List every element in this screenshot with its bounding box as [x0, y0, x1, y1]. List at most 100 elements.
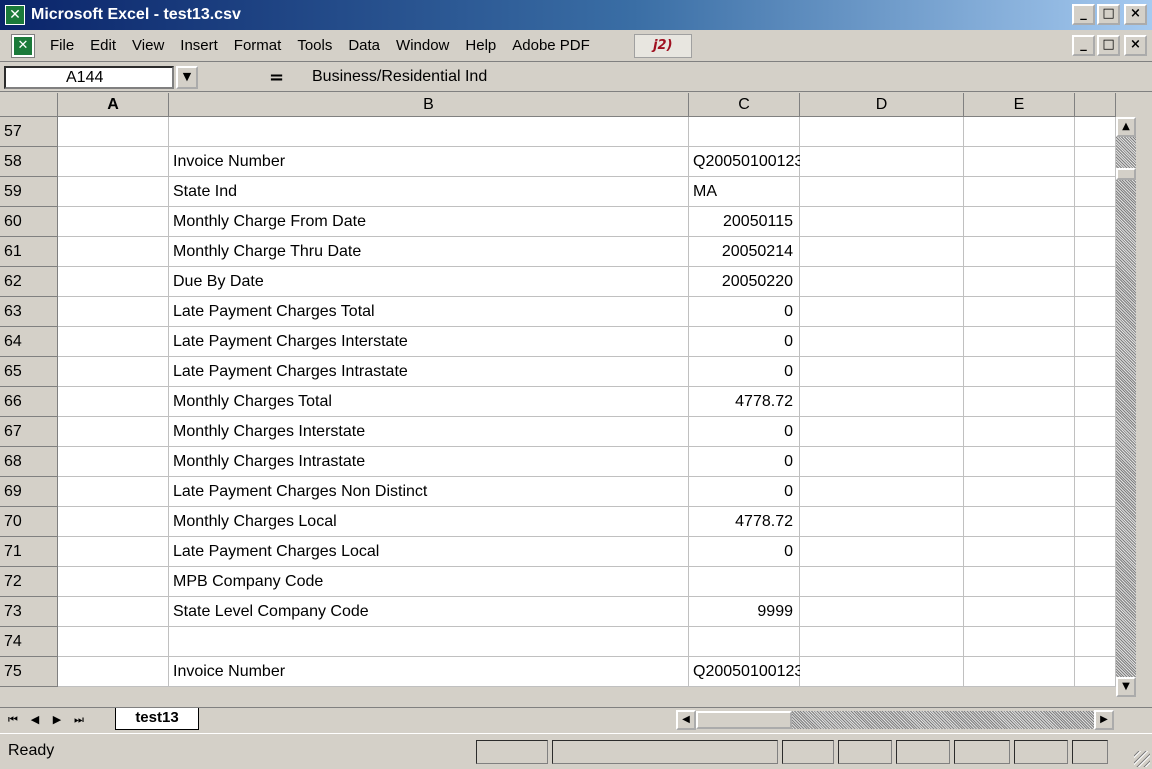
cell-d[interactable]: [800, 387, 964, 417]
row-header[interactable]: 74: [0, 627, 58, 657]
cell-f[interactable]: [1075, 537, 1116, 567]
cell-b[interactable]: [169, 117, 689, 147]
scroll-left-icon[interactable]: ◀: [676, 710, 696, 730]
menu-edit[interactable]: Edit: [82, 37, 124, 54]
cell-e[interactable]: [964, 657, 1075, 687]
cell-d[interactable]: [800, 297, 964, 327]
menu-tools[interactable]: Tools: [289, 37, 340, 54]
cell-a[interactable]: [58, 237, 169, 267]
cell-d[interactable]: [800, 477, 964, 507]
cell-e[interactable]: [964, 447, 1075, 477]
cell-f[interactable]: [1075, 627, 1116, 657]
cell-e[interactable]: [964, 357, 1075, 387]
row-header[interactable]: 59: [0, 177, 58, 207]
menu-adobe-pdf[interactable]: Adobe PDF: [504, 37, 598, 54]
cell-a[interactable]: [58, 117, 169, 147]
cell-b[interactable]: Due By Date: [169, 267, 689, 297]
cell-b[interactable]: Invoice Number: [169, 147, 689, 177]
cell-d[interactable]: [800, 447, 964, 477]
cell-c[interactable]: 4778.72: [689, 507, 800, 537]
row-header[interactable]: 70: [0, 507, 58, 537]
row-header[interactable]: 72: [0, 567, 58, 597]
cell-a[interactable]: [58, 537, 169, 567]
cell-a[interactable]: [58, 597, 169, 627]
cell-a[interactable]: [58, 207, 169, 237]
cell-c[interactable]: 4778.72: [689, 387, 800, 417]
cell-d[interactable]: [800, 117, 964, 147]
cell-d[interactable]: [800, 567, 964, 597]
cell-b[interactable]: Invoice Number: [169, 657, 689, 687]
next-sheet-icon[interactable]: ▶: [48, 711, 66, 729]
cell-b[interactable]: Monthly Charges Interstate: [169, 417, 689, 447]
cell-c[interactable]: 0: [689, 297, 800, 327]
cell-e[interactable]: [964, 177, 1075, 207]
cell-f[interactable]: [1075, 657, 1116, 687]
row-header[interactable]: 64: [0, 327, 58, 357]
cell-b[interactable]: Monthly Charge From Date: [169, 207, 689, 237]
cell-a[interactable]: [58, 507, 169, 537]
row-header[interactable]: 63: [0, 297, 58, 327]
cell-a[interactable]: [58, 387, 169, 417]
menu-file[interactable]: File: [42, 37, 82, 54]
horizontal-scroll-thumb[interactable]: [696, 711, 792, 729]
workbook-icon[interactable]: ✕: [11, 33, 35, 58]
cell-b[interactable]: Monthly Charge Thru Date: [169, 237, 689, 267]
cell-b[interactable]: Monthly Charges Local: [169, 507, 689, 537]
prev-sheet-icon[interactable]: ◀: [26, 711, 44, 729]
cell-d[interactable]: [800, 177, 964, 207]
cell-a[interactable]: [58, 327, 169, 357]
cell-c[interactable]: Q20050100123456: [689, 657, 830, 687]
cell-a[interactable]: [58, 357, 169, 387]
row-header[interactable]: 65: [0, 357, 58, 387]
cell-e[interactable]: [964, 147, 1075, 177]
excel-app-icon[interactable]: ✕: [5, 5, 25, 25]
cell-b[interactable]: Late Payment Charges Total: [169, 297, 689, 327]
cell-e[interactable]: [964, 327, 1075, 357]
cell-c[interactable]: 0: [689, 477, 800, 507]
vertical-scroll-thumb[interactable]: [1116, 168, 1136, 180]
cell-d[interactable]: [800, 507, 964, 537]
cell-e[interactable]: [964, 387, 1075, 417]
cell-c[interactable]: 0: [689, 417, 800, 447]
cell-f[interactable]: [1075, 417, 1116, 447]
j2-toolbar-button[interactable]: j2): [633, 33, 692, 58]
cell-f[interactable]: [1075, 357, 1116, 387]
scroll-down-icon[interactable]: ▼: [1116, 677, 1136, 697]
cell-d[interactable]: [800, 237, 964, 267]
cell-e[interactable]: [964, 597, 1075, 627]
cell-f[interactable]: [1075, 207, 1116, 237]
menu-format[interactable]: Format: [226, 37, 290, 54]
cell-c[interactable]: [689, 567, 800, 597]
row-header[interactable]: 69: [0, 477, 58, 507]
row-header[interactable]: 58: [0, 147, 58, 177]
cell-e[interactable]: [964, 567, 1075, 597]
row-header[interactable]: 62: [0, 267, 58, 297]
cell-b[interactable]: Late Payment Charges Non Distinct: [169, 477, 689, 507]
sheet-tab-test13[interactable]: test13: [115, 708, 199, 730]
row-header[interactable]: 67: [0, 417, 58, 447]
cell-f[interactable]: [1075, 447, 1116, 477]
cell-c[interactable]: 9999: [689, 597, 800, 627]
cell-d[interactable]: [800, 537, 964, 567]
cell-e[interactable]: [964, 507, 1075, 537]
cell-d[interactable]: [800, 627, 964, 657]
column-header-b[interactable]: B: [169, 93, 689, 117]
last-sheet-icon[interactable]: ⏭: [70, 711, 88, 729]
cell-a[interactable]: [58, 417, 169, 447]
cell-c[interactable]: [689, 117, 800, 147]
name-box-dropdown-icon[interactable]: ▼: [176, 66, 198, 89]
cell-f[interactable]: [1075, 387, 1116, 417]
row-header[interactable]: 71: [0, 537, 58, 567]
minimize-button[interactable]: _: [1072, 4, 1095, 25]
cell-a[interactable]: [58, 177, 169, 207]
cell-d[interactable]: [800, 357, 964, 387]
formula-input[interactable]: Business/Residential Ind: [292, 66, 1146, 89]
cell-f[interactable]: [1075, 567, 1116, 597]
cell-b[interactable]: State Level Company Code: [169, 597, 689, 627]
cell-b[interactable]: Monthly Charges Total: [169, 387, 689, 417]
cell-e[interactable]: [964, 477, 1075, 507]
cell-f[interactable]: [1075, 327, 1116, 357]
close-button[interactable]: ×: [1124, 4, 1147, 25]
column-header-a[interactable]: A: [58, 93, 169, 117]
column-header-d[interactable]: D: [800, 93, 964, 117]
